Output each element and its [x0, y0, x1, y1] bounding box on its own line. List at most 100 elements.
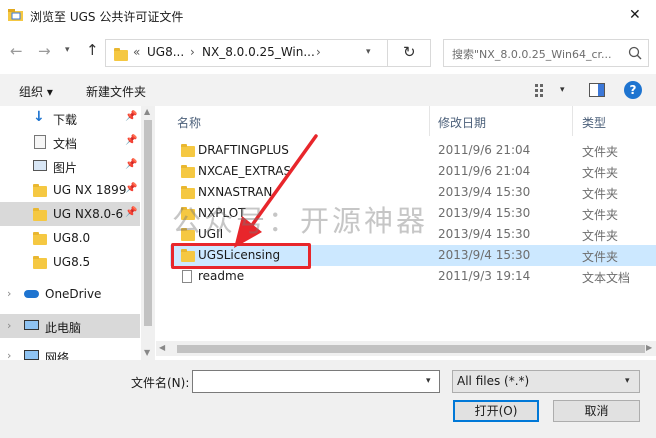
file-name: readme: [198, 269, 245, 283]
file-type: 文件夹: [582, 208, 619, 222]
new-folder-button[interactable]: 新建文件夹: [86, 83, 146, 100]
dialog-footer: 文件名(N): ▾ All files (*.*) ▾ 打开(O) 取消: [0, 360, 656, 438]
text-file-icon: [182, 270, 192, 283]
sidebar-item-network[interactable]: › 网络: [0, 344, 140, 360]
expand-chevron-icon[interactable]: ›: [7, 319, 11, 332]
organize-menu[interactable]: 组织 ▾: [19, 83, 53, 100]
address-box[interactable]: « UG8... › NX_8.0.0.25_Win... › ▾ ↻: [105, 39, 431, 67]
filename-field[interactable]: ▾: [192, 370, 440, 393]
sidebar-item-label: UG8.0: [53, 231, 91, 245]
navigation-pane: ↓ 下载 📌 文档 📌 图片 📌 UG NX 1899 📌 UG NX8.0-6…: [0, 106, 155, 360]
refresh-icon[interactable]: ↻: [403, 43, 416, 61]
search-box[interactable]: 搜索"NX_8.0.0.25_Win64_cr...: [443, 39, 649, 67]
breadcrumb-overflow[interactable]: «: [133, 45, 140, 59]
chevron-down-icon[interactable]: ▾: [625, 376, 630, 386]
file-type: 文本文档: [582, 271, 631, 285]
scroll-thumb[interactable]: [144, 120, 152, 326]
pin-icon: 📌: [125, 111, 138, 122]
scroll-left-icon[interactable]: ◀: [159, 343, 165, 352]
file-date: 2011/9/3 19:14: [438, 269, 531, 283]
breadcrumb-separator: ›: [190, 45, 195, 59]
sidebar-item-this-pc[interactable]: › 此电脑: [0, 314, 140, 338]
cancel-button[interactable]: 取消: [553, 400, 640, 422]
pin-icon: 📌: [125, 159, 138, 170]
forward-icon[interactable]: →: [38, 42, 51, 60]
folder-icon: [181, 165, 195, 178]
file-date: 2013/9/4 15:30: [438, 185, 531, 199]
address-dropdown-icon[interactable]: ▾: [366, 47, 371, 57]
view-options-icon[interactable]: [535, 83, 551, 97]
picture-icon: [33, 160, 47, 171]
scroll-down-icon[interactable]: ▼: [144, 348, 150, 357]
column-divider: [572, 106, 573, 136]
expand-chevron-icon[interactable]: ›: [7, 349, 11, 360]
computer-icon: [24, 320, 39, 330]
file-date: 2013/9/4 15:30: [438, 248, 531, 262]
sidebar-item-documents[interactable]: 文档 📌: [0, 130, 140, 154]
column-header-name[interactable]: 名称: [177, 114, 201, 131]
file-date: 2013/9/4 15:30: [438, 227, 531, 241]
sidebar-scrollbar[interactable]: ▲ ▼: [141, 106, 155, 360]
scroll-right-icon[interactable]: ▶: [646, 343, 652, 352]
window-title: 浏览至 UGS 公共许可证文件: [30, 10, 184, 24]
sidebar-item-label: 下载: [53, 113, 78, 127]
sidebar-item-downloads[interactable]: ↓ 下载 📌: [0, 106, 140, 130]
help-icon[interactable]: ?: [624, 81, 642, 99]
close-icon[interactable]: ✕: [629, 7, 641, 23]
view-dropdown-icon[interactable]: ▾: [560, 85, 565, 95]
chevron-down-icon[interactable]: ▾: [426, 376, 431, 386]
file-type: 文件夹: [582, 187, 619, 201]
up-icon[interactable]: ↑: [86, 41, 99, 59]
search-icon: [628, 46, 642, 60]
sidebar-item-onedrive[interactable]: › OneDrive: [0, 282, 140, 306]
column-header-type[interactable]: 类型: [582, 114, 606, 131]
open-button[interactable]: 打开(O): [453, 400, 539, 422]
title-bar: 浏览至 UGS 公共许可证文件 ✕: [0, 0, 656, 32]
sidebar-item-label: UG NX 1899: [53, 183, 127, 197]
folder-icon: [33, 184, 47, 197]
watermark: 公众号：开源神器: [172, 204, 429, 238]
scroll-up-icon[interactable]: ▲: [144, 107, 150, 116]
folder-icon: [181, 144, 195, 157]
sidebar-item-ug8-5[interactable]: UG8.5: [0, 250, 140, 274]
breadcrumb-ug8[interactable]: UG8...: [147, 45, 184, 59]
back-icon[interactable]: ←: [10, 42, 23, 60]
address-divider: [387, 40, 388, 66]
table-row[interactable]: readme 2011/9/3 19:14 文本文档: [170, 266, 656, 287]
file-type: 文件夹: [582, 145, 619, 159]
preview-pane-icon[interactable]: [589, 83, 605, 97]
sidebar-item-label: 图片: [53, 161, 78, 175]
sidebar-item-ug8-0[interactable]: UG8.0: [0, 226, 140, 250]
cloud-icon: [24, 290, 39, 298]
breadcrumb-nx[interactable]: NX_8.0.0.25_Win...: [202, 45, 315, 59]
navigation-bar: ← → ▾ ↑ « UG8... › NX_8.0.0.25_Win... › …: [0, 36, 656, 68]
horizontal-scrollbar[interactable]: ◀ ▶: [156, 341, 656, 356]
download-icon: ↓: [33, 109, 45, 125]
sidebar-item-label: 网络: [45, 351, 70, 360]
file-type: 文件夹: [582, 250, 619, 264]
expand-chevron-icon[interactable]: ›: [7, 287, 11, 300]
pin-icon: 📌: [125, 207, 138, 218]
file-type-filter-value: All files (*.*): [457, 374, 530, 388]
file-date: 2013/9/4 15:30: [438, 206, 531, 220]
sidebar-item-ug-nx8-0[interactable]: UG NX8.0-6 📌: [0, 202, 140, 226]
filename-label: 文件名(N):: [131, 376, 190, 390]
pin-icon: 📌: [125, 183, 138, 194]
breadcrumb-separator: ›: [316, 45, 321, 59]
scroll-thumb[interactable]: [177, 345, 645, 353]
recent-dropdown-icon[interactable]: ▾: [65, 45, 70, 55]
sidebar-item-pictures[interactable]: 图片 📌: [0, 154, 140, 178]
file-date: 2011/9/6 21:04: [438, 143, 531, 157]
folder-icon: [114, 48, 128, 61]
folder-icon: [33, 256, 47, 269]
file-type: 文件夹: [582, 229, 619, 243]
pin-icon: 📌: [125, 135, 138, 146]
column-header-date[interactable]: 修改日期: [438, 114, 486, 131]
sidebar-item-label: UG NX8.0-6: [53, 207, 124, 221]
sidebar-item-label: OneDrive: [45, 287, 102, 301]
command-bar: 组织 ▾ 新建文件夹 ▾ ?: [0, 74, 656, 106]
file-type-filter[interactable]: All files (*.*) ▾: [452, 370, 640, 393]
search-input[interactable]: 搜索"NX_8.0.0.25_Win64_cr...: [452, 46, 612, 62]
app-icon: [8, 8, 24, 22]
sidebar-item-ug-nx-1899[interactable]: UG NX 1899 📌: [0, 178, 140, 202]
